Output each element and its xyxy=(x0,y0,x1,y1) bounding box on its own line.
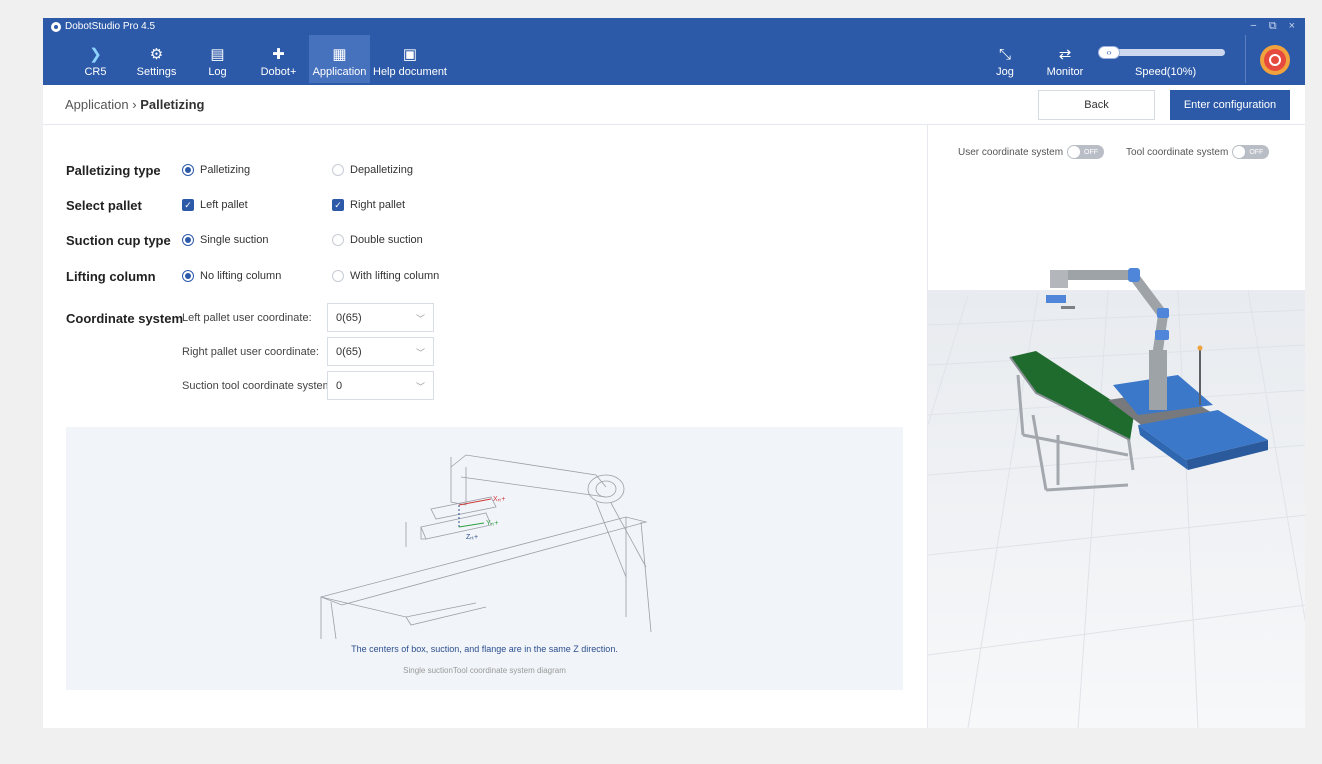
jog-label: Jog xyxy=(996,66,1014,78)
3d-simulation-view[interactable]: User coordinate system OFF Tool coordina… xyxy=(927,125,1305,728)
select-value: 0 xyxy=(336,379,343,392)
help-icon: ▣ xyxy=(402,45,418,63)
suction-tool-coordinate-select[interactable]: 0 ﹀ xyxy=(327,371,434,400)
radio-no-lifting-column[interactable]: No lifting column xyxy=(182,270,281,282)
gear-icon: ⚙ xyxy=(149,45,164,63)
nav-label: Dobot+ xyxy=(260,66,297,78)
radio-single-suction[interactable]: Single suction xyxy=(182,234,269,246)
nav-application[interactable]: ▦ Application xyxy=(309,35,370,83)
radio-label: Double suction xyxy=(350,234,423,246)
minimize-icon[interactable]: − xyxy=(1250,20,1256,33)
nav-help-document[interactable]: ▣ Help document xyxy=(370,35,450,83)
diagram-caption: The centers of box, suction, and flange … xyxy=(351,644,618,654)
breadcrumb-current: Palletizing xyxy=(140,97,205,112)
left-pallet-user-coordinate-label: Left pallet user coordinate: xyxy=(182,312,312,324)
y-axis-label: Yᵣₜ+ xyxy=(486,520,499,527)
chevron-down-icon: ﹀ xyxy=(415,314,425,324)
breadcrumb: Application › Palletizing xyxy=(65,97,205,112)
radio-double-suction[interactable]: Double suction xyxy=(332,234,423,246)
diagram-subcaption: Single suctionTool coordinate system dia… xyxy=(403,666,566,675)
emergency-stop-icon xyxy=(1260,45,1290,75)
nav-label: CR5 xyxy=(84,66,107,78)
robot-arm-icon: ❯ xyxy=(89,45,102,63)
select-value: 0(65) xyxy=(336,345,362,358)
suction-cup-type-label: Suction cup type xyxy=(66,232,171,248)
left-pallet-user-coordinate-select[interactable]: 0(65) ﹀ xyxy=(327,303,434,332)
app-logo-icon xyxy=(51,21,61,32)
radio-unchecked-icon xyxy=(332,164,344,176)
radio-label: Palletizing xyxy=(200,164,251,176)
emergency-stop-button[interactable] xyxy=(1245,35,1305,83)
speed-label: Speed(10%) xyxy=(1135,66,1197,78)
nav-label: Application xyxy=(312,66,367,78)
enter-configuration-button[interactable]: Enter configuration xyxy=(1170,90,1290,120)
nav-dobot-plus[interactable]: ✚ Dobot+ xyxy=(248,35,309,83)
radio-palletizing[interactable]: Palletizing xyxy=(182,164,250,176)
radio-label: No lifting column xyxy=(200,270,282,282)
speed-slider[interactable]: ‹› Speed(10%) xyxy=(1095,35,1245,83)
nav-label: Help document xyxy=(373,66,447,78)
nav-log[interactable]: ▤ Log xyxy=(187,35,248,83)
right-pallet-user-coordinate-select[interactable]: 0(65) ﹀ xyxy=(327,337,434,366)
window-title: DobotStudio Pro 4.5 xyxy=(65,21,156,32)
palletizing-type-label: Palletizing type xyxy=(66,162,161,178)
application-icon: ▦ xyxy=(332,45,347,63)
radio-checked-icon xyxy=(182,270,194,282)
radio-depalletizing[interactable]: Depalletizing xyxy=(332,164,413,176)
coordinate-system-label: Coordinate system xyxy=(66,310,184,326)
log-icon: ▤ xyxy=(210,45,225,63)
checkbox-checked-icon: ✓ xyxy=(182,199,194,211)
top-toolbar: DobotStudio Pro 4.5 − ⧉ × ❯ CR5 ⚙ Settin… xyxy=(43,18,1305,85)
chevron-down-icon: ﹀ xyxy=(415,382,425,392)
radio-checked-icon xyxy=(182,164,194,176)
select-pallet-label: Select pallet xyxy=(66,197,142,213)
breadcrumb-separator: › xyxy=(132,97,137,112)
tool-coordinate-diagram: Xᵣₜ+ Yᵣₜ+ Zᵣₜ+ The centers of box, sucti… xyxy=(66,427,903,690)
checkbox-checked-icon: ✓ xyxy=(332,199,344,211)
radio-label: Depalletizing xyxy=(350,164,413,176)
monitor-button[interactable]: ⇄ Monitor xyxy=(1035,35,1095,83)
bottom-strip xyxy=(43,728,1305,764)
nav-label: Log xyxy=(208,66,227,78)
x-axis-label: Xᵣₜ+ xyxy=(493,496,506,503)
breadcrumb-bar: Application › Palletizing Back Enter con… xyxy=(43,85,1305,125)
select-value: 0(65) xyxy=(336,311,362,324)
right-toolbar: ⤡ Jog ⇄ Monitor ‹› Speed(10%) xyxy=(975,35,1305,83)
radio-unchecked-icon xyxy=(332,234,344,246)
monitor-icon: ⇄ xyxy=(1058,46,1072,63)
back-button[interactable]: Back xyxy=(1038,90,1155,120)
3d-scene-render xyxy=(928,268,1305,728)
radio-with-lifting-column[interactable]: With lifting column xyxy=(332,270,439,282)
checkbox-left-pallet[interactable]: ✓ Left pallet xyxy=(182,199,248,211)
radio-checked-icon xyxy=(182,234,194,246)
speed-slider-knob[interactable]: ‹› xyxy=(1098,46,1120,59)
jog-icon: ⤡ xyxy=(998,46,1011,63)
nav-settings[interactable]: ⚙ Settings xyxy=(126,35,187,83)
z-axis-label: Zᵣₜ+ xyxy=(466,534,478,541)
window-controls: − ⧉ × xyxy=(1250,20,1295,33)
radio-label: Single suction xyxy=(200,234,269,246)
breadcrumb-parent[interactable]: Application xyxy=(65,97,129,112)
radio-label: With lifting column xyxy=(350,270,440,282)
radio-unchecked-icon xyxy=(332,270,344,282)
chevron-down-icon: ﹀ xyxy=(415,348,425,358)
right-pallet-user-coordinate-label: Right pallet user coordinate: xyxy=(182,346,319,358)
nav-label: Settings xyxy=(136,66,177,78)
close-icon[interactable]: × xyxy=(1289,20,1295,33)
checkbox-right-pallet[interactable]: ✓ Right pallet xyxy=(332,199,405,211)
restore-icon[interactable]: ⧉ xyxy=(1269,20,1277,33)
suction-tool-coordinate-label: Suction tool coordinate system: xyxy=(182,380,335,392)
app-window: DobotStudio Pro 4.5 − ⧉ × ❯ CR5 ⚙ Settin… xyxy=(43,18,1305,764)
main-nav: ❯ CR5 ⚙ Settings ▤ Log ✚ Dobot+ ▦ Applic… xyxy=(65,35,450,83)
window-title-bar: DobotStudio Pro 4.5 xyxy=(51,21,155,32)
puzzle-icon: ✚ xyxy=(272,45,285,63)
checkbox-label: Right pallet xyxy=(350,199,406,211)
checkbox-label: Left pallet xyxy=(200,199,248,211)
jog-button[interactable]: ⤡ Jog xyxy=(975,35,1035,83)
lifting-column-label: Lifting column xyxy=(66,268,156,284)
nav-cr5[interactable]: ❯ CR5 xyxy=(65,35,126,83)
monitor-label: Monitor xyxy=(1046,66,1084,78)
